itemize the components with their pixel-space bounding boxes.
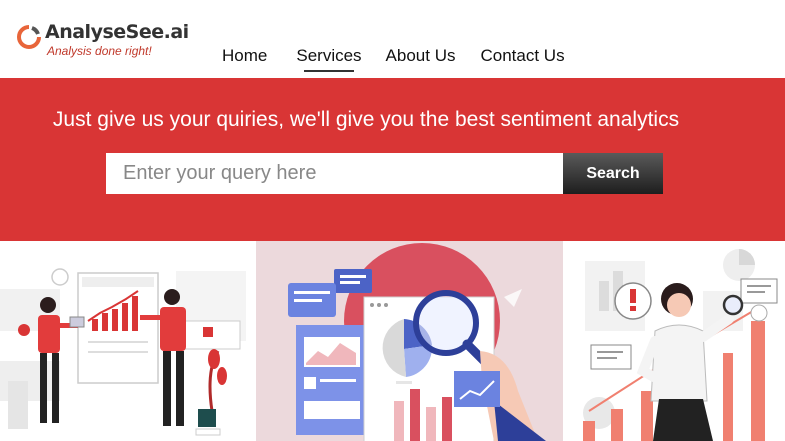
nav-about-us[interactable]: About Us [386, 46, 456, 66]
brand-name: AnalyseSee.ai [45, 21, 189, 43]
data-analysis-magnifier-illustration [288, 243, 546, 441]
nav-contact-us[interactable]: Contact Us [480, 46, 564, 66]
search-button[interactable]: Search [563, 153, 663, 194]
site-header: AnalyseSee.ai Analysis done right! Home … [0, 0, 785, 78]
search-input[interactable] [106, 153, 563, 194]
main-nav: Home Services About Us Contact Us [222, 46, 565, 72]
hero-banner: Just give us your quiries, we'll give yo… [0, 78, 785, 241]
logo-ring-icon [17, 25, 41, 49]
brand-tagline: Analysis done right! [47, 44, 152, 58]
business-analyst-illustration [583, 249, 778, 441]
search-bar: Search [106, 153, 663, 194]
hero-headline: Just give us your quiries, we'll give yo… [52, 108, 680, 131]
illustration-panel-2 [256, 241, 563, 441]
nav-home[interactable]: Home [222, 46, 267, 66]
illustration-panel-3 [563, 241, 785, 441]
nav-services[interactable]: Services [296, 46, 362, 72]
brand-logo[interactable]: AnalyseSee.ai Analysis done right! [16, 21, 189, 62]
illustration-panel-1 [0, 241, 256, 441]
presentation-chart-illustration [0, 268, 246, 436]
